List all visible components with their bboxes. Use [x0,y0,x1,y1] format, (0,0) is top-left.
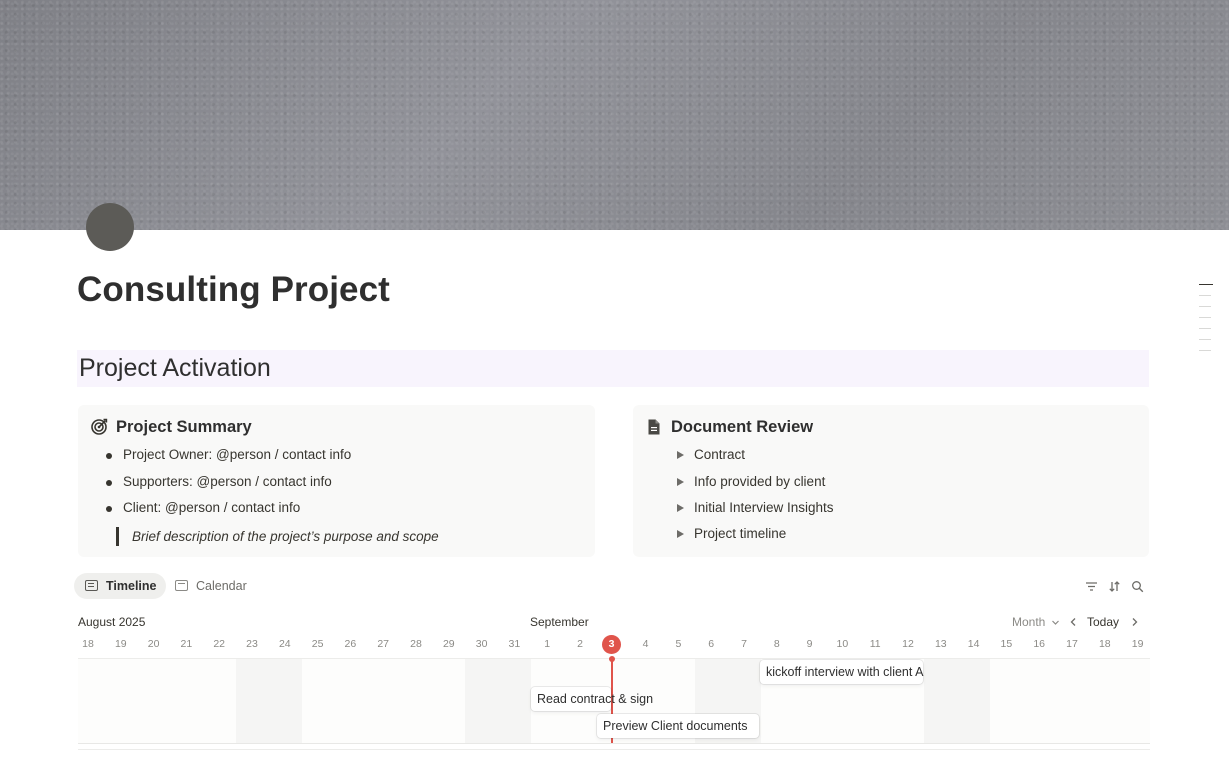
list-item: Supporters: @person / contact info [106,474,332,489]
day-label: 24 [278,638,291,650]
day-label: 31 [508,638,521,650]
toggle-item-contract[interactable]: Contract [676,447,745,462]
tab-timeline[interactable]: Timeline [74,573,167,599]
timeline-event[interactable]: kickoff interview with client A [760,660,923,684]
divider [78,749,1150,750]
search-icon[interactable] [1131,580,1144,593]
day-label: 11 [869,638,881,650]
day-label: 15 [1000,638,1013,650]
today-line-dot [609,656,615,662]
day-label: 16 [1033,638,1046,650]
day-label: 5 [675,638,682,650]
project-summary-card: Project Summary Project Owner: @person /… [78,405,595,557]
project-description-quote: Brief description of the project’s purpo… [116,527,439,546]
day-label: 19 [1131,638,1144,650]
timeline-event[interactable]: Preview Client documents [597,714,759,738]
day-label: 4 [642,638,649,650]
day-label: 8 [773,638,780,650]
scale-label: Month [1012,615,1046,629]
calendar-icon [175,580,188,591]
page-cover-image[interactable] [0,0,1229,230]
day-label: 18 [1098,638,1111,650]
day-label: 14 [967,638,980,650]
day-label: 17 [1066,638,1078,650]
day-label: 21 [180,638,193,650]
filter-icon[interactable] [1085,580,1098,593]
toggle-item-interview-insights[interactable]: Initial Interview Insights [677,500,834,515]
today-button[interactable]: Today [1087,615,1119,629]
chevron-right-icon[interactable] [1130,617,1139,627]
tab-label: Timeline [106,579,157,593]
day-label: 23 [246,638,258,650]
day-label: 9 [806,638,813,650]
day-label: 19 [114,638,127,650]
toc-line[interactable] [1199,350,1211,351]
day-label: 27 [377,638,390,650]
day-label: 20 [147,638,160,650]
month-label: August 2025 [78,615,146,629]
day-label: 2 [577,638,583,650]
page-title[interactable]: Consulting Project [77,270,390,310]
day-label: 30 [475,638,488,650]
chevron-left-icon[interactable] [1069,617,1078,627]
day-label: 26 [344,638,357,650]
chevron-down-icon [1051,620,1059,626]
toc-line[interactable] [1199,284,1213,285]
day-label: 22 [213,638,226,650]
target-icon [91,418,108,435]
day-label: 7 [741,638,747,650]
toc-line[interactable] [1199,328,1211,329]
document-icon [648,419,660,435]
page-icon[interactable] [86,203,134,251]
list-item: Client: @person / contact info [105,500,301,515]
day-label: 12 [902,638,914,650]
divider [78,743,1150,744]
day-label: 18 [82,638,94,650]
toc-line[interactable] [1199,339,1211,340]
sort-icon[interactable] [1108,580,1121,593]
document-review-card: Document Review Contract Info provided b… [633,405,1149,557]
toc-line[interactable] [1199,317,1211,318]
timeline-icon [85,580,98,591]
tab-calendar[interactable]: Calendar [164,573,257,599]
toc-line[interactable] [1199,295,1211,296]
day-label: 29 [442,638,455,650]
weekend-band [924,659,990,744]
day-label: 10 [836,638,849,650]
list-item: Project Owner: @person / contact info [105,447,352,462]
card-title: Project Summary [116,418,252,436]
section-heading[interactable]: Project Activation [77,350,1149,387]
toggle-item-client-info[interactable]: Info provided by client [676,474,825,489]
toc-line[interactable] [1199,306,1211,307]
card-title: Document Review [671,418,814,436]
month-label: September [530,615,589,629]
table-of-contents-minimap[interactable] [1199,284,1213,361]
toggle-item-project-timeline[interactable]: Project timeline [676,526,786,541]
day-label: 28 [410,638,422,650]
day-label: 1 [544,638,551,650]
timeline-event[interactable]: Read contract & sign [531,687,653,711]
day-label: 6 [708,638,715,650]
timeline-scale-dropdown[interactable]: Month [1012,615,1060,629]
tab-label: Calendar [196,579,247,593]
today-marker: 3 [602,635,621,654]
weekend-band [465,659,531,744]
day-label: 25 [311,638,324,650]
day-label: 13 [934,638,947,650]
weekend-band [236,659,302,744]
